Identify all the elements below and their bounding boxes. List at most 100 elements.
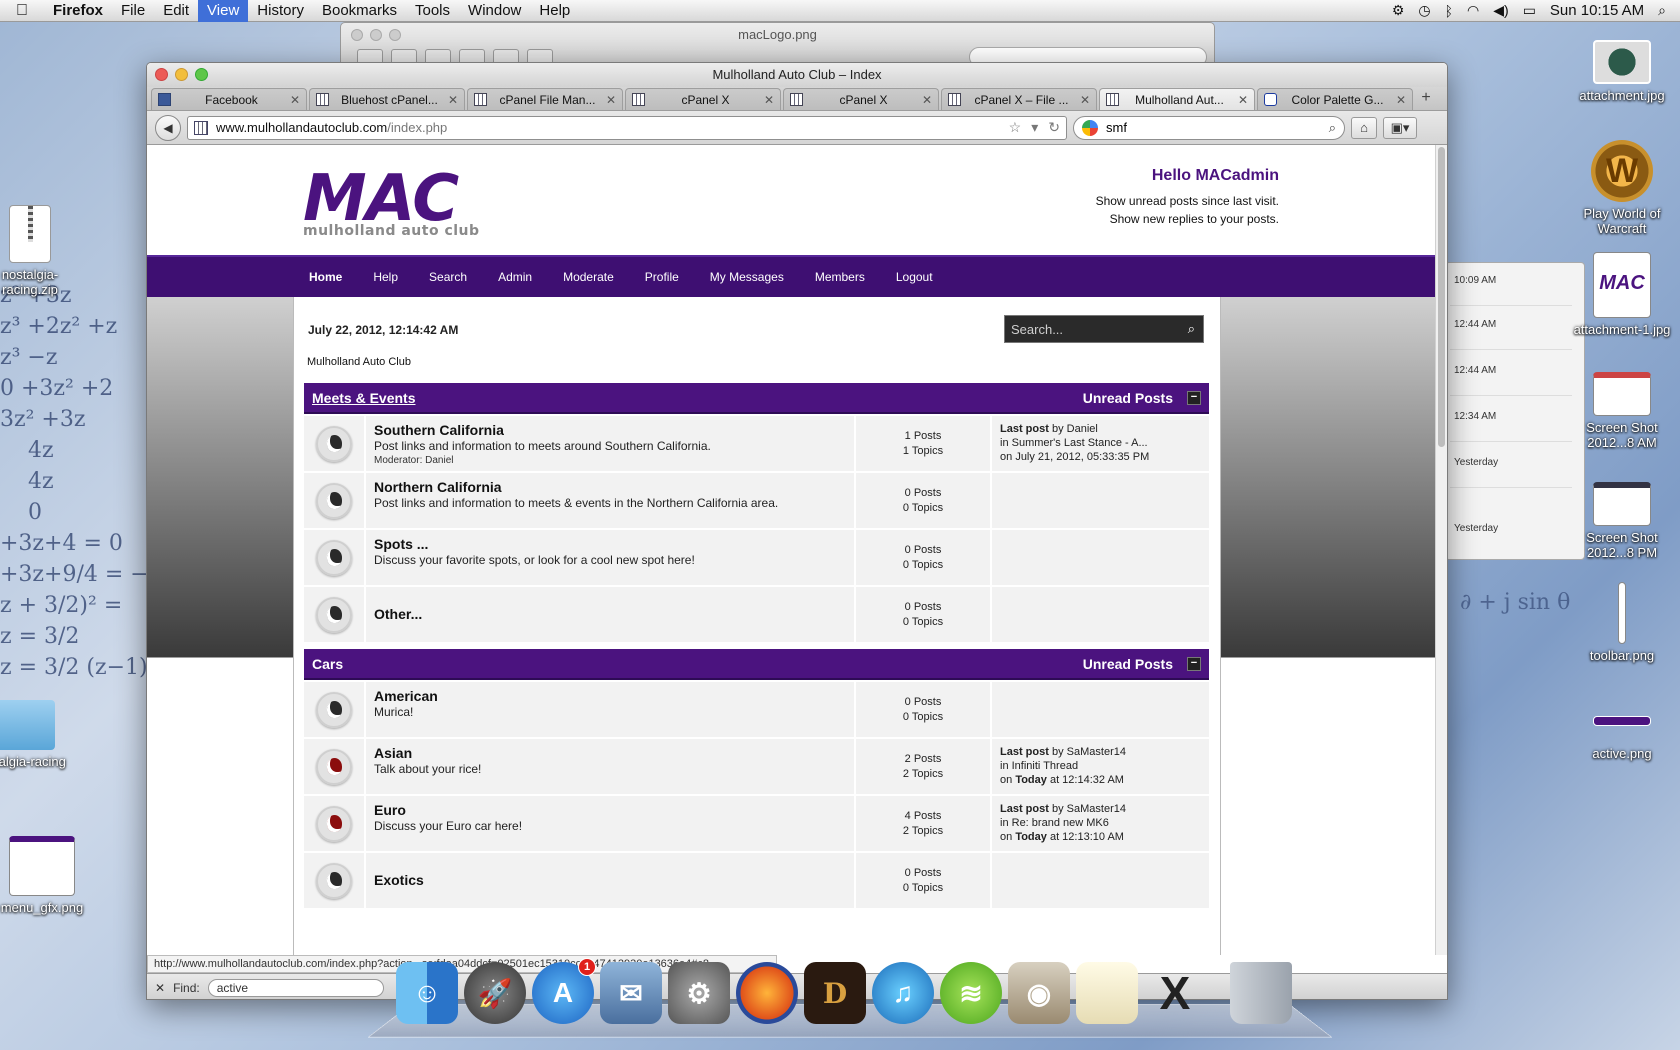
app-store-icon[interactable]: A1 — [532, 958, 596, 1024]
new-tab-button[interactable]: + — [1415, 88, 1437, 110]
volume-icon[interactable]: ◀) — [1493, 2, 1508, 19]
battery-icon[interactable]: ▭ — [1523, 2, 1536, 19]
close-tab-icon[interactable]: ✕ — [1080, 93, 1090, 107]
collapse-icon[interactable]: − — [1187, 390, 1201, 405]
close-tab-icon[interactable]: ✕ — [448, 93, 458, 107]
desktop-icon-folder[interactable]: nostalgia-racing — [0, 700, 70, 769]
last-post-topic[interactable]: Re: brand new MK6 — [1012, 817, 1109, 829]
board-status-icon[interactable] — [316, 596, 352, 633]
menu-view[interactable]: View — [198, 0, 249, 22]
app-menu[interactable]: Firefox — [44, 0, 112, 22]
board-status-icon[interactable] — [316, 862, 352, 899]
reload-icon[interactable]: ↻ — [1048, 119, 1060, 136]
firefox-icon[interactable] — [736, 962, 798, 1024]
board-new-posts-icon[interactable] — [316, 748, 352, 785]
diablo-icon[interactable]: D — [804, 962, 866, 1024]
new-replies-link[interactable]: Show new replies to your posts. — [1096, 210, 1279, 228]
wifi-icon[interactable]: ◠ — [1467, 2, 1479, 19]
close-tab-icon[interactable]: ✕ — [922, 93, 932, 107]
google-icon[interactable] — [1082, 119, 1098, 136]
tab-bluehost-cpanel[interactable]: Bluehost cPanel... ✕ — [309, 88, 465, 110]
desktop-icon-screenshot-am[interactable]: Screen Shot 2012...8 AM — [1572, 372, 1672, 450]
menu-clock[interactable]: Sun 10:15 AM — [1550, 2, 1644, 19]
board-name[interactable]: Spots ... — [374, 536, 846, 552]
board-name[interactable]: Euro — [374, 802, 846, 818]
category-title[interactable]: Cars — [312, 656, 343, 672]
launchpad-icon[interactable]: 🚀 — [464, 962, 526, 1024]
tab-cpanel-x[interactable]: cPanel X ✕ — [625, 88, 781, 110]
nav-logout[interactable]: Logout — [896, 270, 933, 284]
menu-history[interactable]: History — [248, 0, 313, 22]
vertical-scrollbar[interactable] — [1435, 145, 1447, 955]
home-button[interactable]: ⌂ — [1351, 116, 1377, 139]
last-post-author[interactable]: Daniel — [1067, 423, 1098, 435]
unread-posts-link[interactable]: Show unread posts since last visit. — [1096, 192, 1279, 210]
spotlight-search-icon[interactable]: ⌕ — [1658, 2, 1666, 19]
last-post-topic[interactable]: Infiniti Thread — [1012, 760, 1078, 772]
time-machine-icon[interactable]: ◷ — [1418, 2, 1430, 19]
tab-mulholland[interactable]: Mulholland Aut... ✕ — [1099, 88, 1255, 110]
unread-posts-link[interactable]: Unread Posts — [1083, 390, 1173, 406]
spotify-icon[interactable]: ≋ — [940, 962, 1002, 1024]
board-name[interactable]: Southern California — [374, 422, 846, 438]
find-input[interactable]: active — [207, 978, 384, 997]
last-post-author[interactable]: SaMaster14 — [1067, 746, 1126, 758]
textedit-icon[interactable] — [1076, 962, 1138, 1024]
board-name[interactable]: American — [374, 688, 846, 704]
minimize-window-icon[interactable] — [175, 68, 188, 81]
nav-home[interactable]: Home — [309, 270, 342, 284]
board-name[interactable]: Exotics — [374, 872, 424, 888]
apple-menu-icon[interactable]:  — [0, 2, 44, 20]
tab-cpanel-x-file[interactable]: cPanel X – File ... ✕ — [941, 88, 1097, 110]
history-dropdown-icon[interactable]: ▾ — [1031, 119, 1038, 136]
site-identity-icon[interactable] — [194, 120, 208, 135]
browser-search-box[interactable]: smf ⌕ — [1073, 115, 1345, 140]
bookmark-star-icon[interactable]: ☆ — [1009, 119, 1022, 136]
tab-facebook[interactable]: Facebook ✕ — [151, 88, 307, 110]
last-post-topic[interactable]: Summer's Last Stance - A... — [1012, 437, 1148, 449]
menu-help[interactable]: Help — [530, 0, 579, 22]
close-tab-icon[interactable]: ✕ — [1396, 93, 1406, 107]
board-status-icon[interactable] — [316, 539, 352, 576]
desktop-icon-toolbar[interactable]: toolbar.png — [1572, 582, 1672, 663]
desktop-icon-screenshot-pm[interactable]: Screen Shot 2012...8 PM — [1572, 482, 1672, 560]
tab-cpanel-x-2[interactable]: cPanel X ✕ — [783, 88, 939, 110]
menu-file[interactable]: File — [112, 0, 154, 22]
board-status-icon[interactable] — [316, 691, 352, 728]
tab-color-palette[interactable]: Color Palette G... ✕ — [1257, 88, 1413, 110]
close-find-bar-icon[interactable]: ✕ — [155, 981, 165, 995]
search-icon[interactable]: ⌕ — [1329, 120, 1336, 136]
board-name[interactable]: Asian — [374, 745, 846, 761]
preview-icon[interactable]: ◉ — [1008, 962, 1070, 1024]
board-new-posts-icon[interactable] — [316, 805, 352, 842]
menu-window[interactable]: Window — [459, 0, 530, 22]
desktop-icon-attachment-1[interactable]: MAC attachment-1.jpg — [1572, 252, 1672, 337]
bluetooth-icon[interactable]: ᛒ — [1445, 3, 1453, 19]
menu-tools[interactable]: Tools — [406, 0, 459, 22]
site-logo[interactable]: MAC mulholland auto club — [303, 167, 480, 239]
desktop-icon-warcraft[interactable]: W Play World of Warcraft — [1572, 140, 1672, 236]
moderator-link[interactable]: Daniel — [425, 455, 453, 466]
nav-my-messages[interactable]: My Messages — [710, 270, 784, 284]
breadcrumb[interactable]: Mulholland Auto Club — [307, 356, 411, 368]
nav-moderate[interactable]: Moderate — [563, 270, 614, 284]
tab-cpanel-file-manager[interactable]: cPanel File Man... ✕ — [467, 88, 623, 110]
board-name[interactable]: Northern California — [374, 479, 846, 495]
itunes-icon[interactable]: ♫ — [872, 962, 934, 1024]
site-search-input[interactable]: Search... ⌕ — [1004, 315, 1204, 343]
board-status-icon[interactable] — [316, 482, 352, 519]
close-window-icon[interactable] — [155, 68, 168, 81]
nav-search[interactable]: Search — [429, 270, 467, 284]
last-post-author[interactable]: SaMaster14 — [1067, 803, 1126, 815]
trash-icon[interactable] — [1230, 962, 1292, 1024]
board-name[interactable]: Other... — [374, 606, 422, 622]
nav-admin[interactable]: Admin — [498, 270, 532, 284]
x11-icon[interactable]: X — [1144, 962, 1206, 1024]
finder-icon[interactable]: ☺ — [396, 962, 458, 1024]
category-title[interactable]: Meets & Events — [312, 390, 415, 406]
mail-icon[interactable]: ✉ — [600, 962, 662, 1024]
desktop-icon-zip[interactable]: nostalgia-racing.zip — [0, 205, 80, 297]
bookmarks-menu-button[interactable]: ▣▾ — [1383, 116, 1417, 139]
back-button[interactable]: ◀ — [155, 114, 181, 141]
gear-icon[interactable]: ⚙ — [1392, 2, 1405, 19]
